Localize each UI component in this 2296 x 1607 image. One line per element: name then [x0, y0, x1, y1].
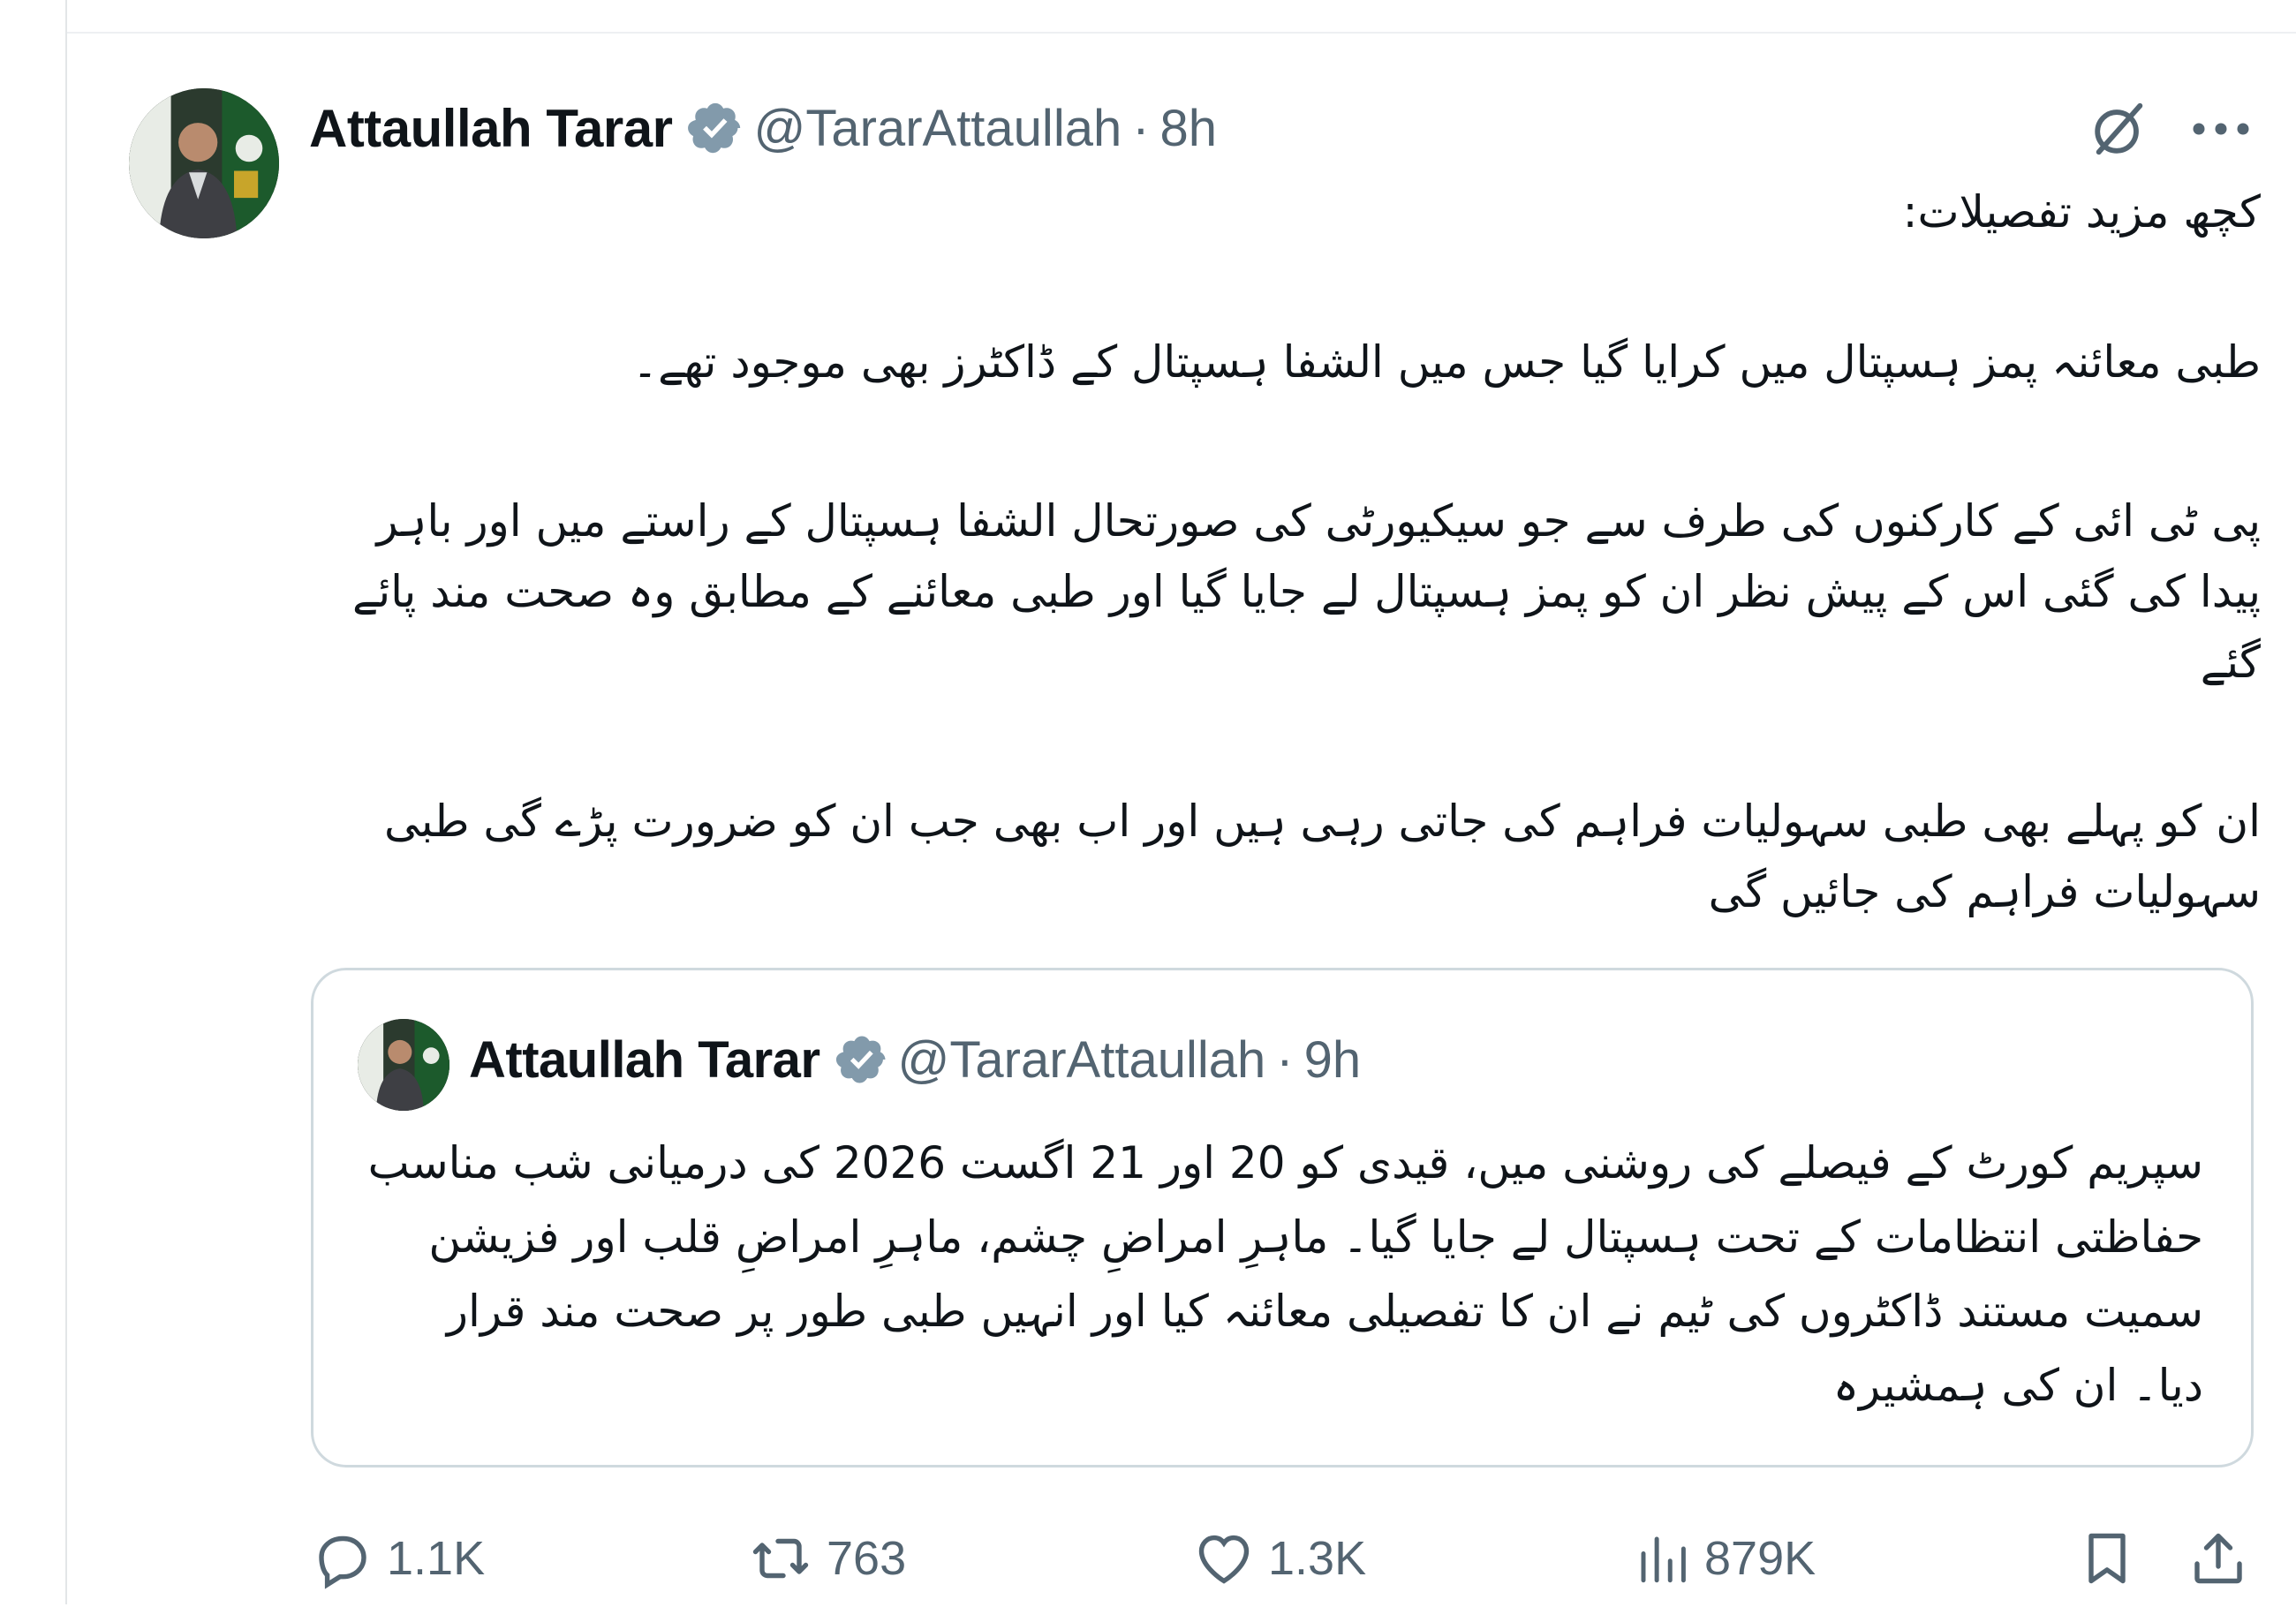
author-handle[interactable]: @TararAttaullah — [753, 99, 1122, 158]
views-count: 879K — [1704, 1532, 1816, 1585]
tweet-paragraph-2: پی ٹی ائی کے کارکنوں کی طرف سے جو سیکیور… — [351, 495, 2261, 688]
profile-photo-icon — [129, 88, 279, 238]
author-avatar[interactable] — [129, 88, 279, 238]
reply-count: 1.1K — [387, 1532, 486, 1585]
tweet-header: Attaullah Tarar @TararAttaullah · 8h — [309, 97, 1217, 159]
verified-badge-icon[interactable] — [686, 99, 744, 157]
tweet-paragraph-3: ان کو پہلے بھی طبی سہولیات فراہم کی جاتی… — [383, 796, 2261, 917]
retweet-icon — [752, 1538, 809, 1579]
share-icon — [2194, 1533, 2242, 1584]
retweet-button[interactable]: 763 — [747, 1510, 906, 1607]
share-button[interactable] — [2186, 1510, 2262, 1607]
profile-photo-icon — [358, 1019, 449, 1111]
like-button[interactable]: 1.3K — [1192, 1510, 1366, 1607]
quoted-tweet-card[interactable]: Attaullah Tarar @TararAttaullah · 9h سپر… — [311, 968, 2254, 1467]
post-divider — [67, 32, 2296, 34]
tweet-paragraph-1: طبی معائنہ پمز ہسپتال میں کرایا گیا جس م… — [631, 336, 2261, 388]
quoted-tweet-header: Attaullah Tarar @TararAttaullah · 9h — [469, 1029, 1361, 1090]
separator-dot: · — [1132, 99, 1150, 157]
bookmark-icon — [2088, 1533, 2126, 1584]
reply-icon — [319, 1535, 366, 1589]
reply-button[interactable]: 1.1K — [311, 1510, 485, 1607]
more-icon[interactable] — [2181, 94, 2261, 164]
retweet-count: 763 — [827, 1532, 907, 1585]
verified-badge-icon — [835, 1036, 885, 1083]
quoted-post-time: 9h — [1303, 1030, 1362, 1089]
quoted-author-avatar — [358, 1019, 449, 1111]
heart-icon — [1198, 1535, 1250, 1584]
quoted-author-name: Attaullah Tarar — [469, 1030, 820, 1089]
post-time[interactable]: 8h — [1160, 99, 1218, 158]
separator-dot: · — [1276, 1030, 1294, 1089]
views-button[interactable]: 879K — [1634, 1510, 1816, 1607]
timeline-left-border — [65, 0, 67, 1604]
bookmark-button[interactable] — [2075, 1510, 2151, 1607]
analytics-icon — [1641, 1536, 1686, 1583]
like-count: 1.3K — [1268, 1532, 1367, 1585]
tweet-paragraph-intro: کچھ مزید تفصیلات: — [1902, 186, 2261, 238]
quoted-tweet-text: سپریم کورٹ کے فیصلے کی روشنی میں، قیدی ک… — [367, 1137, 2203, 1411]
grok-icon[interactable] — [2084, 94, 2155, 164]
quoted-author-handle: @TararAttaullah — [897, 1030, 1266, 1089]
tweet-action-bar: 1.1K 763 1.3K 879K — [0, 1510, 2296, 1607]
author-name[interactable]: Attaullah Tarar — [309, 98, 673, 159]
